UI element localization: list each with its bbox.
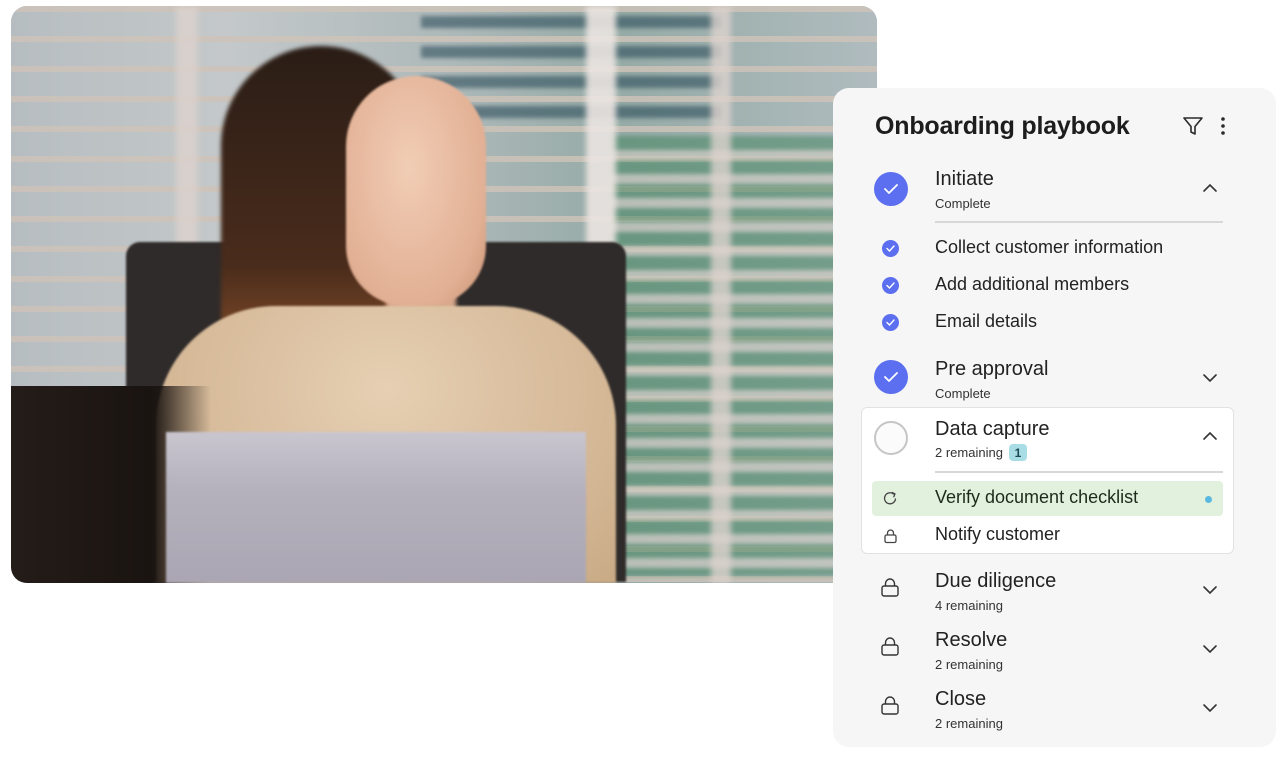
stage-title: Resolve [935,629,1008,651]
onboarding-playbook-panel: Onboarding playbook Initiate Complete Co… [833,88,1276,747]
task-item[interactable]: Collect customer information [833,233,1276,263]
status-dot [1205,496,1212,503]
lock-icon [881,637,899,656]
stage-subtitle: 2 remaining [935,657,1003,672]
refresh-icon [883,491,897,505]
stage-subtitle: Complete [935,386,991,401]
chevron-down-icon[interactable] [1201,372,1219,384]
check-circle-icon [882,240,899,257]
stage-divider [935,471,1223,473]
photo-window-frame [711,6,731,583]
stage-title: Due diligence [935,570,1057,592]
task-item[interactable]: Notify customer [833,520,1276,550]
chevron-down-icon[interactable] [1201,702,1219,714]
check-circle-icon [882,277,899,294]
lock-icon [881,696,899,715]
stage-title: Pre approval [935,358,1049,380]
check-circle-icon [874,172,908,206]
panel-title: Onboarding playbook [875,112,1130,140]
stage-divider [935,221,1223,223]
empty-circle-icon [874,421,908,455]
chevron-up-icon[interactable] [1201,182,1219,194]
chevron-down-icon[interactable] [1201,643,1219,655]
stage-title: Close [935,688,987,710]
photo-person-face [346,76,486,306]
chevron-down-icon[interactable] [1201,584,1219,596]
hero-photo [11,6,877,583]
task-label: Email details [935,311,1038,331]
task-label: Add additional members [935,274,1130,294]
notification-badge: 1 [1008,444,1027,461]
lock-icon [881,578,899,597]
task-item[interactable]: Add additional members [833,270,1276,300]
task-label: Collect customer information [935,237,1164,257]
stage-due-diligence[interactable]: Due diligence 4 remaining [833,570,1276,615]
stage-initiate[interactable]: Initiate Complete [833,168,1276,228]
photo-window-greenery [611,136,871,576]
stage-subtitle: 4 remaining [935,598,1003,613]
stage-title: Initiate [935,168,994,190]
photo-laptop [166,432,586,583]
stage-resolve[interactable]: Resolve 2 remaining [833,629,1276,674]
stage-data-capture[interactable]: Data capture 2 remaining 1 [833,418,1276,473]
stage-subtitle: 2 remaining 1 [935,444,1027,461]
chevron-up-icon[interactable] [1201,430,1219,442]
check-circle-icon [874,360,908,394]
lock-icon [884,529,897,544]
stage-title: Data capture [935,418,1050,440]
filter-icon[interactable] [1181,114,1205,138]
remaining-count: 2 remaining [935,445,1003,460]
more-vertical-icon[interactable] [1215,114,1231,138]
task-item[interactable]: Email details [833,307,1276,337]
task-label: Notify customer [935,524,1061,544]
stage-close[interactable]: Close 2 remaining [833,688,1276,733]
stage-subtitle: Complete [935,196,991,211]
stage-pre-approval[interactable]: Pre approval Complete [833,358,1276,403]
check-circle-icon [882,314,899,331]
stage-subtitle: 2 remaining [935,716,1003,731]
task-label: Verify document checklist [935,487,1139,507]
